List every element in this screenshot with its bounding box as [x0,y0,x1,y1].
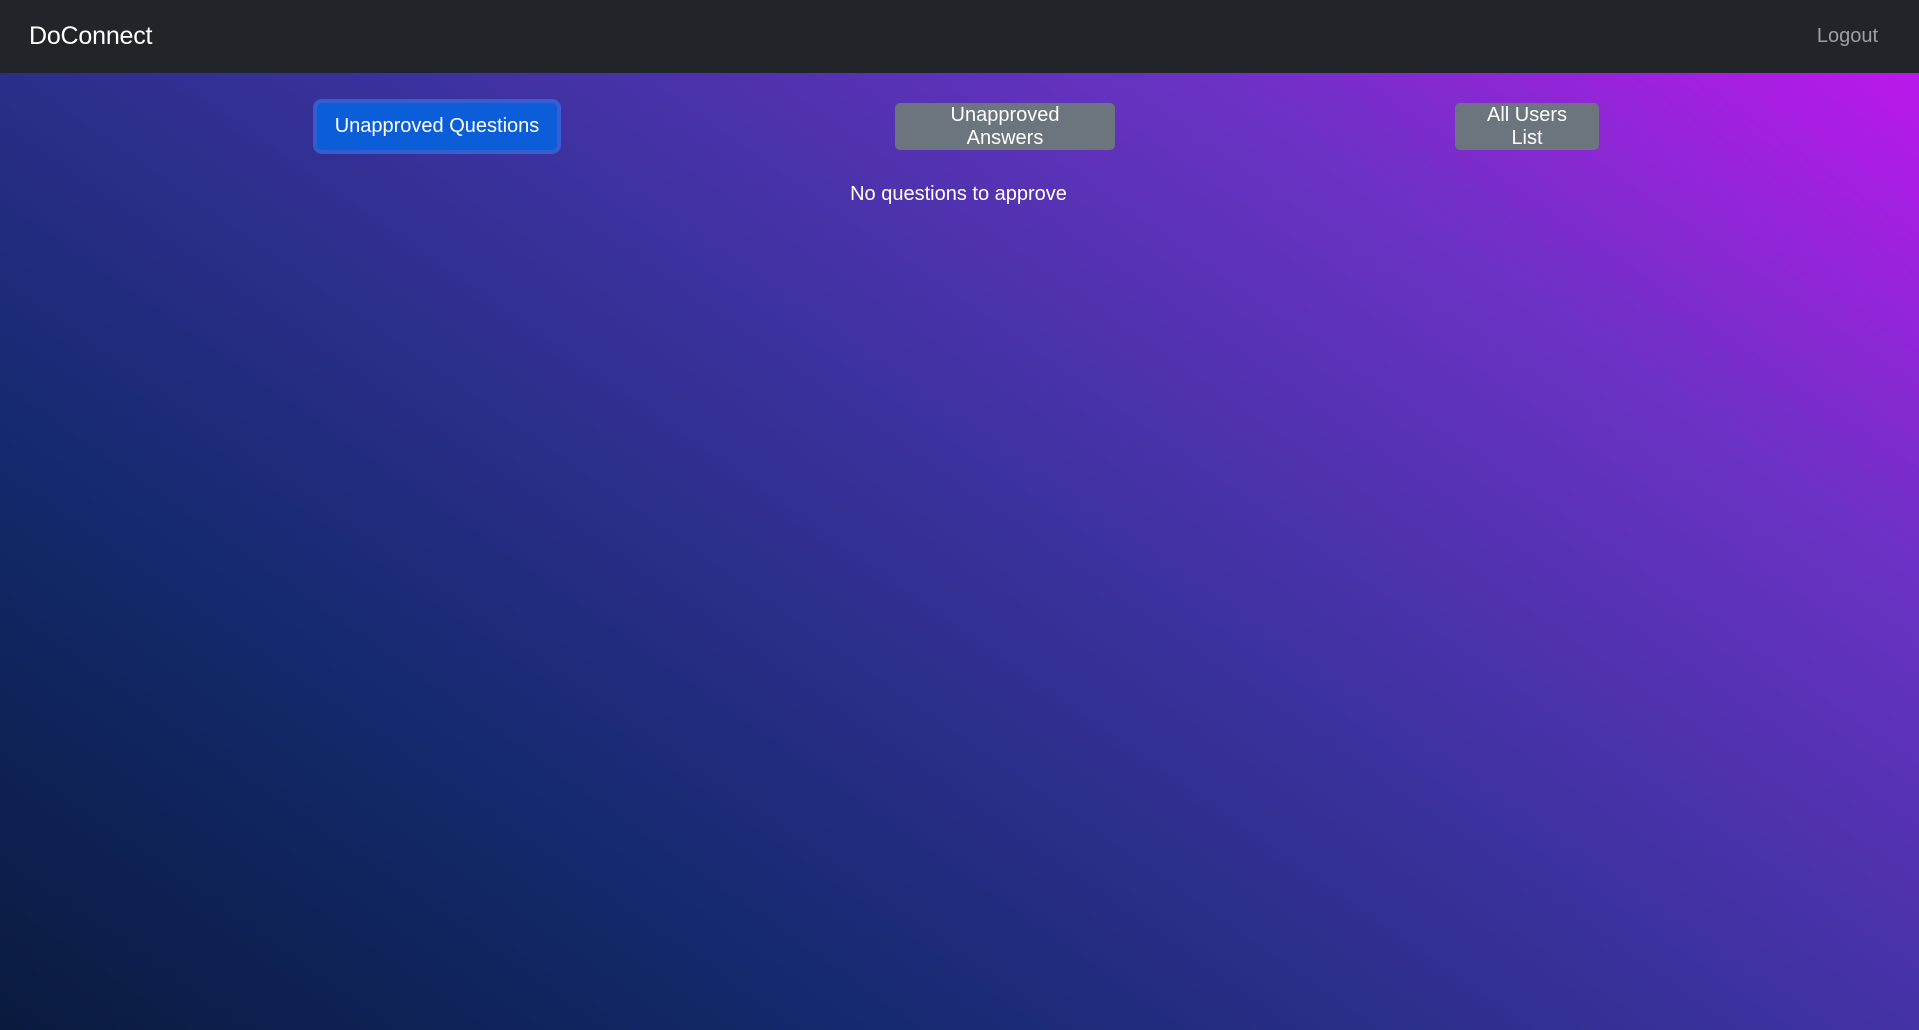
tab-unapproved-answers-button[interactable]: Unapproved Answers [895,103,1115,150]
tab-all-users-list-button[interactable]: All Users List [1455,103,1599,150]
tab-unapproved-questions-button[interactable]: Unapproved Questions [317,103,557,150]
navbar: DoConnect Logout [0,0,1919,73]
brand-link[interactable]: DoConnect [29,22,152,51]
main-content: Unapproved Questions Unapproved Answers … [0,73,1919,1030]
logout-link[interactable]: Logout [1817,25,1878,48]
empty-state-message: No questions to approve [850,183,1067,205]
